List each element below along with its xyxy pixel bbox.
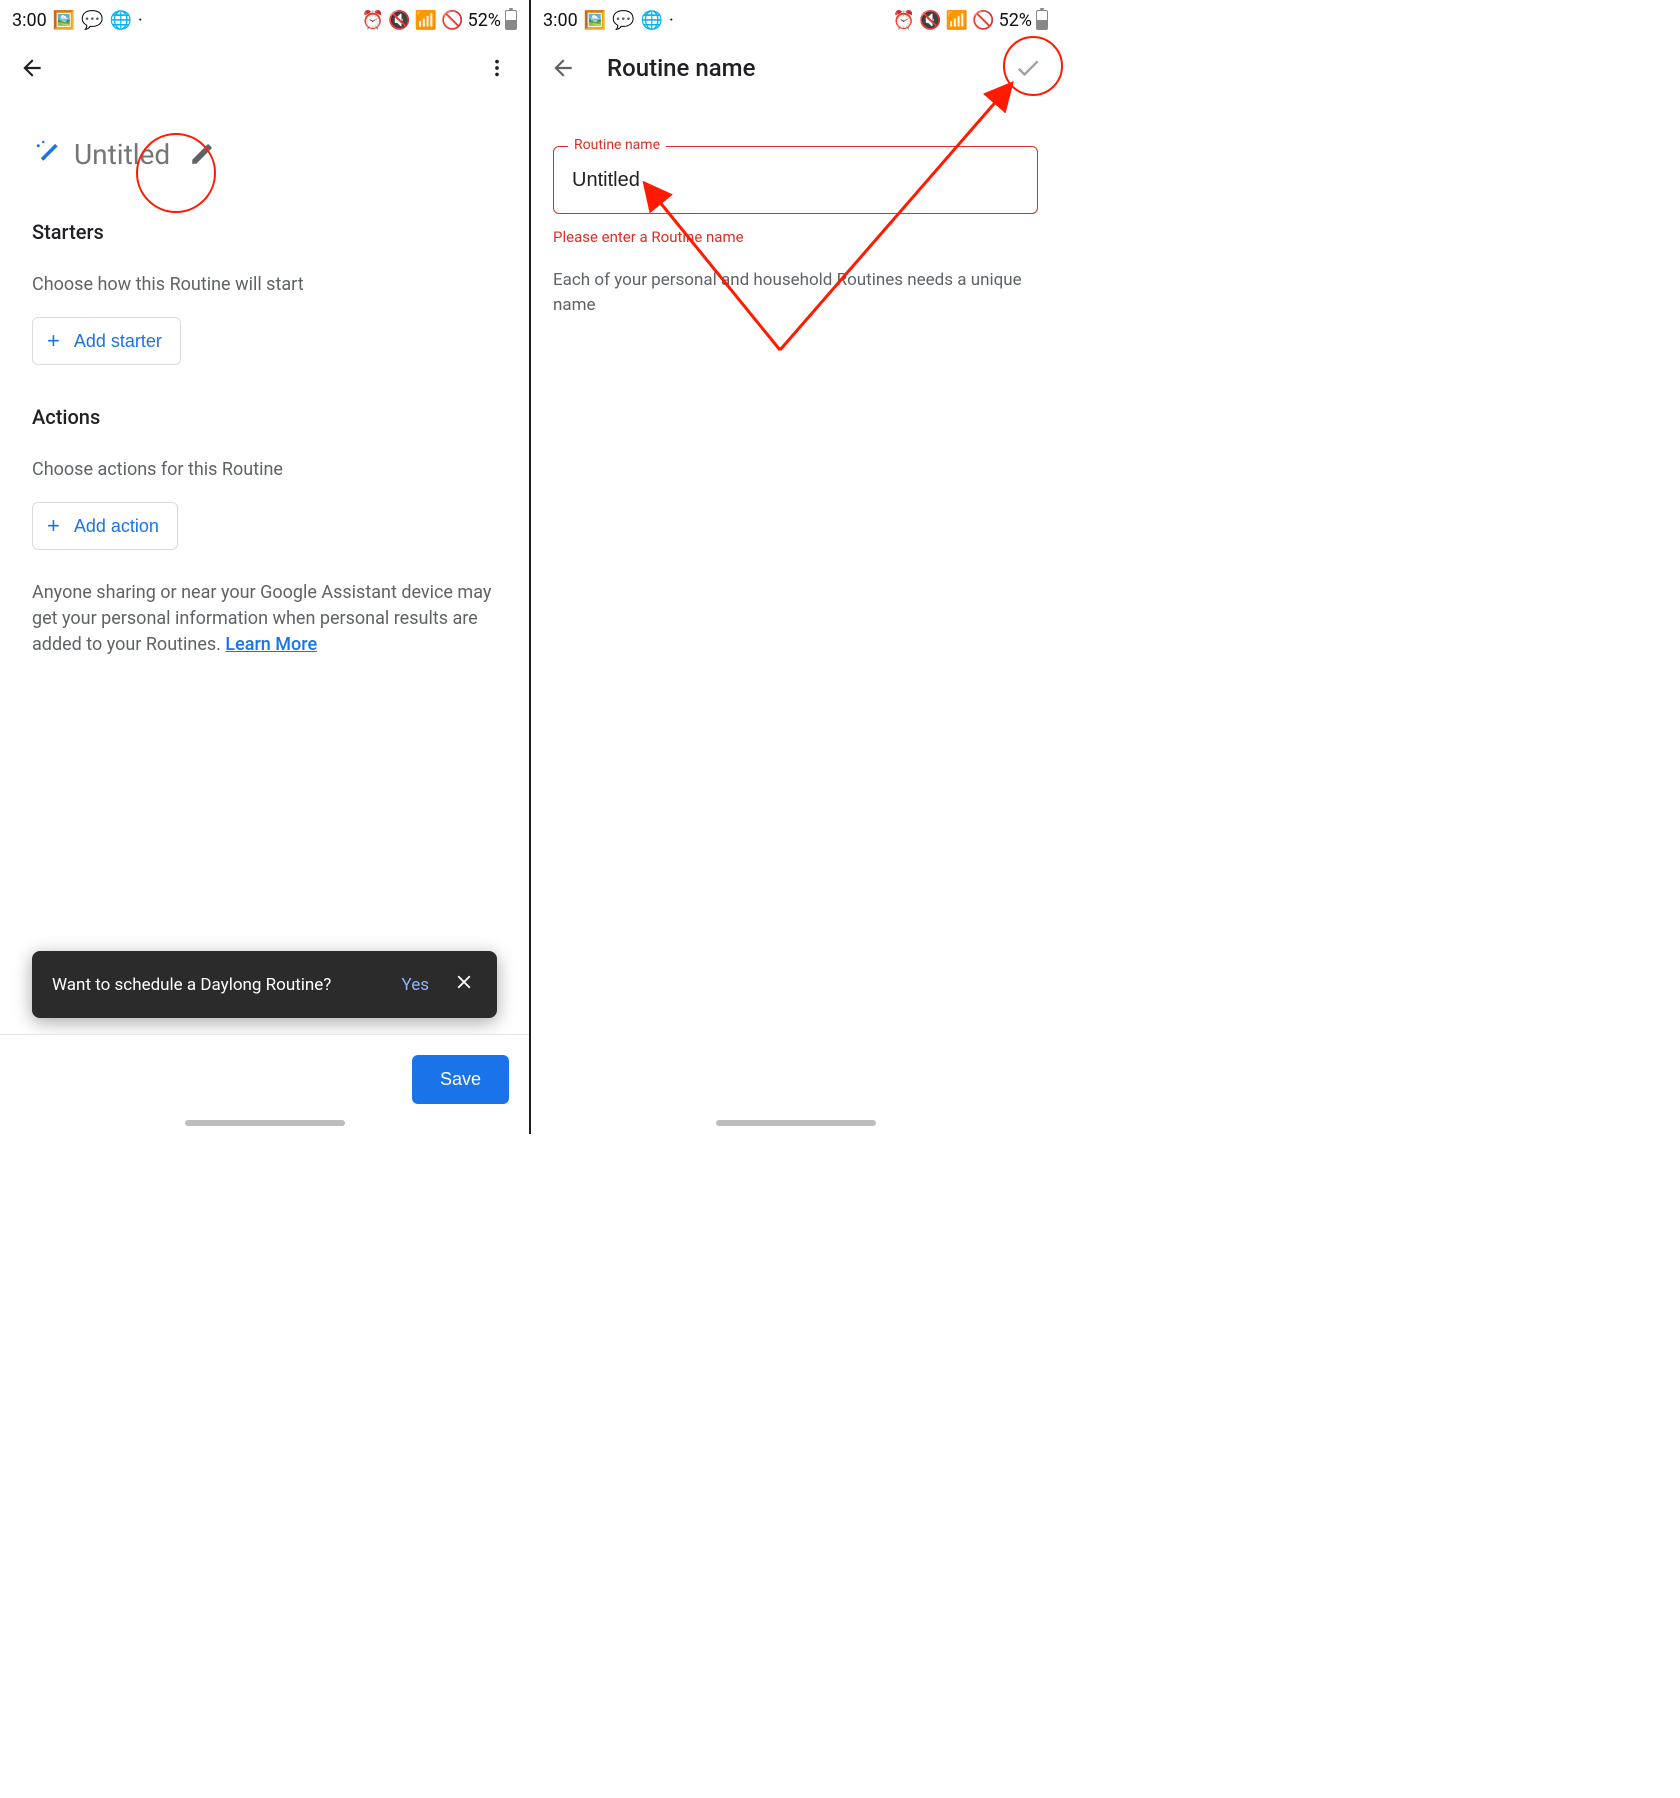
page-title: Routine name (607, 54, 755, 82)
sports-icon: 🌐 (641, 10, 663, 31)
field-legend: Routine name (568, 137, 666, 153)
messenger-icon: 💬 (81, 10, 103, 31)
screenshot-right: 3:00 🖼️ 💬 🌐 · ⏰ 🔇 📶 🚫 52% (531, 0, 1060, 1134)
gallery-icon: 🖼️ (584, 10, 606, 31)
screenshot-left: 3:00 🖼️ 💬 🌐 · ⏰ 🔇 📶 🚫 52% (0, 0, 529, 1134)
battery-icon (1036, 10, 1048, 30)
plus-icon: + (47, 328, 60, 354)
confirm-button[interactable] (1008, 48, 1048, 88)
add-action-label: Add action (74, 516, 159, 537)
nav-pill (185, 1120, 345, 1126)
dnd-icon: 🚫 (972, 10, 994, 31)
battery-icon (505, 10, 517, 30)
status-time: 3:00 (12, 10, 47, 31)
routine-name-field-wrap: Routine name (531, 96, 1060, 214)
pencil-icon (189, 141, 215, 167)
magic-wand-icon (32, 137, 62, 171)
footer-bar: Save (0, 1034, 529, 1134)
plus-icon: + (47, 513, 60, 539)
field-error: Please enter a Routine name (531, 214, 1060, 246)
add-starter-label: Add starter (74, 331, 162, 352)
save-button[interactable]: Save (412, 1055, 509, 1104)
status-bar: 3:00 🖼️ 💬 🌐 · ⏰ 🔇 📶 🚫 52% (531, 0, 1060, 40)
routine-title-row: Untitled (0, 96, 529, 180)
back-button[interactable] (12, 48, 52, 88)
check-icon (1014, 53, 1042, 83)
arrow-left-icon (19, 55, 45, 81)
back-button[interactable] (543, 48, 583, 88)
overflow-button[interactable] (477, 48, 517, 88)
actions-sub: Choose actions for this Routine (0, 429, 529, 480)
edit-name-button[interactable] (182, 134, 222, 174)
routine-name-label: Untitled (74, 138, 170, 171)
snackbar-yes-button[interactable]: Yes (388, 971, 443, 999)
more-vert-icon (486, 57, 508, 79)
arrow-left-icon (550, 55, 576, 81)
more-dot-icon: · (669, 10, 674, 31)
field-help: Each of your personal and household Rout… (531, 246, 1060, 317)
battery-percent: 52% (468, 10, 501, 31)
disclaimer: Anyone sharing or near your Google Assis… (0, 550, 529, 658)
more-dot-icon: · (138, 10, 143, 31)
wifi-icon: 📶 (415, 10, 437, 31)
battery-percent: 52% (999, 10, 1032, 31)
learn-more-link[interactable]: Learn More (225, 634, 317, 655)
messenger-icon: 💬 (612, 10, 634, 31)
status-time: 3:00 (543, 10, 578, 31)
snackbar-close-button[interactable] (443, 967, 485, 1002)
add-starter-button[interactable]: + Add starter (32, 317, 181, 365)
starters-heading: Starters (0, 180, 529, 244)
wifi-icon: 📶 (946, 10, 968, 31)
status-bar: 3:00 🖼️ 💬 🌐 · ⏰ 🔇 📶 🚫 52% (0, 0, 529, 40)
close-icon (453, 971, 475, 993)
snackbar: Want to schedule a Daylong Routine? Yes (32, 951, 497, 1018)
sports-icon: 🌐 (110, 10, 132, 31)
add-action-button[interactable]: + Add action (32, 502, 178, 550)
actions-heading: Actions (0, 365, 529, 429)
mute-icon: 🔇 (388, 10, 410, 31)
alarm-icon: ⏰ (893, 10, 915, 31)
routine-name-input[interactable] (554, 147, 1037, 213)
routine-name-field[interactable]: Routine name (553, 146, 1038, 214)
app-bar (0, 40, 529, 96)
nav-pill (716, 1120, 876, 1126)
snackbar-text: Want to schedule a Daylong Routine? (52, 975, 331, 995)
gallery-icon: 🖼️ (53, 10, 75, 31)
alarm-icon: ⏰ (362, 10, 384, 31)
mute-icon: 🔇 (919, 10, 941, 31)
app-bar: Routine name (531, 40, 1060, 96)
starters-sub: Choose how this Routine will start (0, 244, 529, 295)
dnd-icon: 🚫 (441, 10, 463, 31)
